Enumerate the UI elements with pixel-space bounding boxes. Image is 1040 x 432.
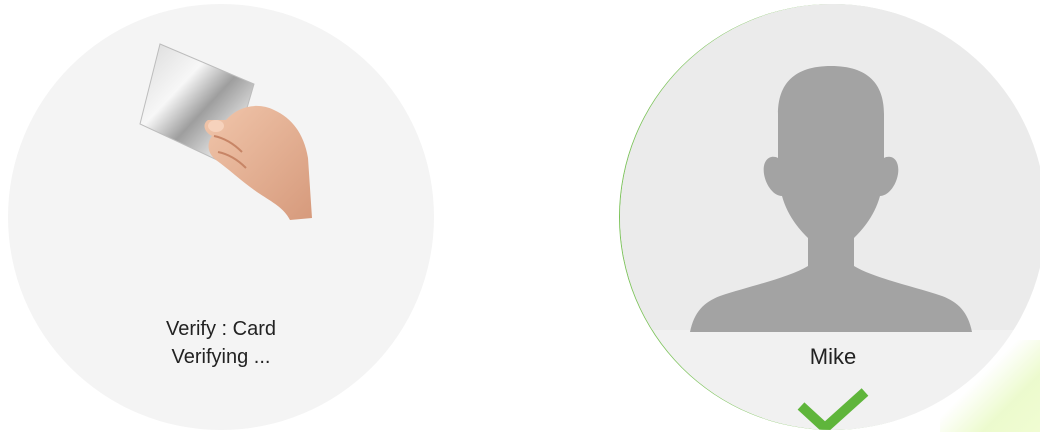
checkmark-icon bbox=[797, 388, 869, 430]
card-verification-panel: Verify : Card Verifying ... bbox=[8, 4, 434, 430]
decorative-glow bbox=[940, 340, 1040, 432]
verification-screen: Verify : Card Verifying ... Mike bbox=[0, 0, 1040, 432]
avatar-area bbox=[620, 4, 1040, 332]
hand-holding-card-icon bbox=[139, 43, 312, 220]
verify-status-label: Verifying ... bbox=[171, 346, 271, 368]
verify-mode-label: Verify : Card bbox=[165, 318, 277, 340]
user-silhouette-icon bbox=[690, 66, 972, 332]
